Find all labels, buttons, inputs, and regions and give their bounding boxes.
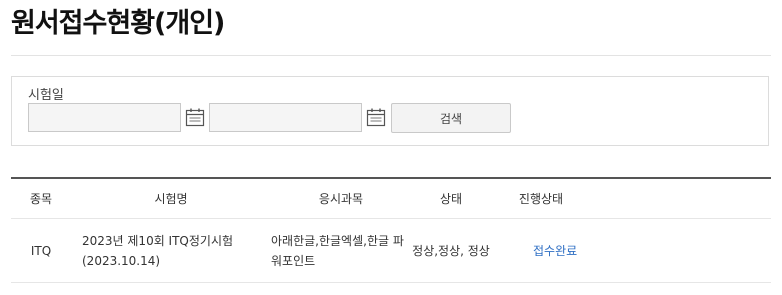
table-header: 종목 시험명 응시과목 상태 진행상태 <box>11 177 771 219</box>
column-header-exam-name: 시험명 <box>154 191 188 206</box>
search-button[interactable]: 검색 <box>391 103 511 133</box>
application-table: 종목 시험명 응시과목 상태 진행상태 ITQ 2023년 제10회 ITQ정기… <box>11 177 771 283</box>
state-value: 정상,정상, 정상 <box>412 243 490 258</box>
title-divider <box>11 55 771 56</box>
column-header-subjects: 응시과목 <box>318 191 364 206</box>
subjects-value: 아래한글,한글엑셀,한글 파워포인트 <box>271 233 404 268</box>
calendar-icon[interactable] <box>185 107 205 128</box>
calendar-icon-graphic <box>185 108 205 127</box>
exam-date-label: 시험일 <box>28 88 64 103</box>
column-header-state: 상태 <box>439 191 463 206</box>
exam-name-cell: 2023년 제10회 ITQ정기시험 (2023.10.14) <box>82 219 260 282</box>
column-header-item: 종목 <box>29 191 53 206</box>
search-panel: 시험일 검색 <box>11 76 769 146</box>
start-date-input[interactable] <box>28 103 181 132</box>
end-date-input[interactable] <box>209 103 362 132</box>
item-value: ITQ <box>30 243 52 258</box>
column-header-progress: 진행상태 <box>518 191 564 206</box>
subjects-cell: 아래한글,한글엑셀,한글 파워포인트 <box>271 219 411 282</box>
table-row: ITQ 2023년 제10회 ITQ정기시험 (2023.10.14) 아래한글… <box>11 219 771 283</box>
page-title: 원서접수현황(개인) <box>11 8 225 39</box>
state-cell: 정상,정상, 정상 <box>411 219 491 282</box>
calendar-icon-graphic <box>366 108 386 127</box>
item-cell: ITQ <box>11 219 71 282</box>
calendar-icon[interactable] <box>366 107 386 128</box>
exam-name-value: 2023년 제10회 ITQ정기시험 (2023.10.14) <box>82 233 234 268</box>
page: 원서접수현황(개인) 시험일 검색 종목 시험명 응시과목 상태 진행상태 IT… <box>0 0 782 295</box>
progress-cell: 접수완료 <box>533 219 633 282</box>
progress-status-link[interactable]: 접수완료 <box>533 241 577 261</box>
